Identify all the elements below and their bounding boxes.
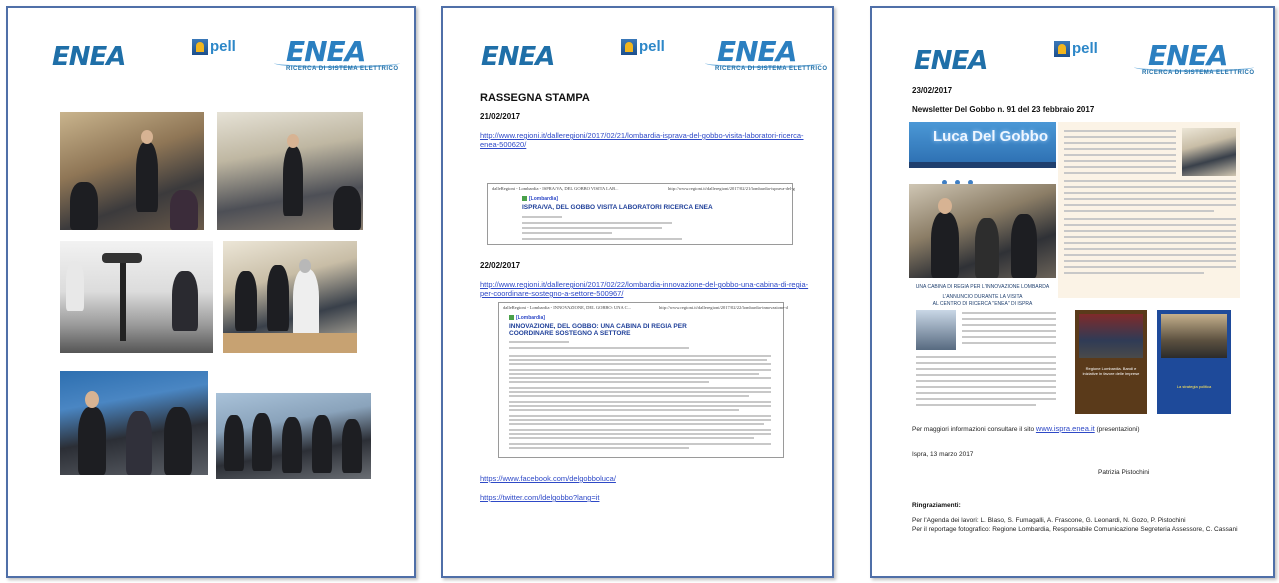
press-clipping-1: dalleRegioni - Lombardia - ISPRA/VA, DEL…	[487, 183, 795, 245]
press-clipping-2: dalleRegioni - Lombardia - INNOVAZIONE, …	[498, 302, 788, 458]
pell-logo: pell	[1054, 40, 1098, 57]
enea-logo: ENEA	[481, 42, 555, 72]
clipping-2-title-cont: COORDINARE SOSTEGNO A SETTORE	[509, 330, 631, 337]
newsletter-title: Newsletter Del Gobbo n. 91 del 23 febbra…	[912, 105, 1095, 114]
ispra-link[interactable]: www.ispra.enea.it	[1036, 424, 1095, 433]
photo-presentation	[217, 112, 363, 230]
pell-logo: pell	[621, 38, 665, 55]
enea-logo: ENEA	[914, 46, 988, 76]
press-link-2-cont[interactable]: per-coordinare-sostegno-a-settore-500967…	[480, 289, 623, 298]
newsletter-header: Luca Del Gobbo	[909, 122, 1056, 162]
press-date-1: 21/02/2017	[480, 112, 521, 121]
document-page-newsletter: ENEA pell ENEA RICERCA DI SISTEMA ELETTR…	[870, 6, 1275, 578]
press-link-1-cont[interactable]: enea-500620/	[480, 140, 526, 149]
more-info-line: Per maggiori informazioni consultare il …	[912, 424, 1140, 433]
article-photo	[1182, 128, 1236, 176]
thanks-line-1: Per l'Agenda dei lavori: L. Blaso, S. Fu…	[912, 517, 1186, 524]
caption-sub-2: AL CENTRO DI RICERCA "ENEA" DI ISPRA	[932, 301, 1033, 307]
rse-label: RICERCA DI SISTEMA ELETTRICO	[286, 66, 399, 72]
twitter-link[interactable]: https://twitter.com/ldelgobbo?lang=it	[480, 493, 599, 502]
newsletter-thumb	[916, 310, 956, 350]
facebook-link[interactable]: https://www.facebook.com/delgobboluca/	[480, 474, 616, 483]
pell-mark-icon	[192, 38, 208, 55]
photo-group-visit	[60, 371, 208, 475]
place-date: Ispra, 13 marzo 2017	[912, 451, 974, 458]
photo-lab-visit	[223, 241, 357, 353]
pell-logo: pell	[192, 38, 236, 55]
rse-label: RICERCA DI SISTEMA ELETTRICO	[1142, 70, 1255, 76]
press-link-1[interactable]: http://www.regioni.it/dalleregioni/2017/…	[480, 131, 804, 140]
newsletter-photo	[909, 184, 1056, 278]
photo-control-room	[216, 393, 371, 479]
press-date-2: 22/02/2017	[480, 261, 521, 270]
photo-lab-lamp	[60, 241, 213, 353]
photo-lecture-room	[60, 112, 204, 230]
newsletter-card-1: Regione Lombardia. Bandi e iniziative in…	[1075, 310, 1147, 414]
clipping-1-title: ISPRA/VA, DEL GOBBO VISITA LABORATORI RI…	[522, 204, 713, 211]
author-name: Patrizia Pistochini	[1098, 469, 1150, 476]
pell-mark-icon	[1054, 40, 1070, 57]
newsletter-article	[1058, 122, 1240, 298]
clipping-2-title: INNOVAZIONE, DEL GOBBO: UNA CABINA DI RE…	[509, 323, 687, 330]
document-page-press: ENEA pell ENEA RICERCA DI SISTEMA ELETTR…	[441, 6, 834, 578]
newsletter-banner	[909, 162, 1056, 168]
press-link-2[interactable]: http://www.regioni.it/dalleregioni/2017/…	[480, 280, 808, 289]
enea-logo: ENEA	[52, 42, 126, 72]
caption-main: UNA CABINA DI REGIA PER L'INNOVAZIONE LO…	[915, 284, 1050, 290]
thanks-title: Ringraziamenti:	[912, 502, 961, 509]
thanks-line-2: Per il reportage fotografico: Regione Lo…	[912, 526, 1238, 533]
press-title: RASSEGNA STAMPA	[480, 92, 590, 104]
caption-sub: L'ANNUNCIO DURANTE LA VISITA	[942, 294, 1023, 300]
document-page-photos: ENEA pell ENEA RICERCA DI SISTEMA ELETTR…	[6, 6, 416, 578]
rse-label: RICERCA DI SISTEMA ELETTRICO	[715, 66, 828, 72]
pell-mark-icon	[621, 38, 637, 55]
newsletter-date: 23/02/2017	[912, 86, 953, 95]
newsletter-card-2: La strategia politica	[1157, 310, 1231, 414]
